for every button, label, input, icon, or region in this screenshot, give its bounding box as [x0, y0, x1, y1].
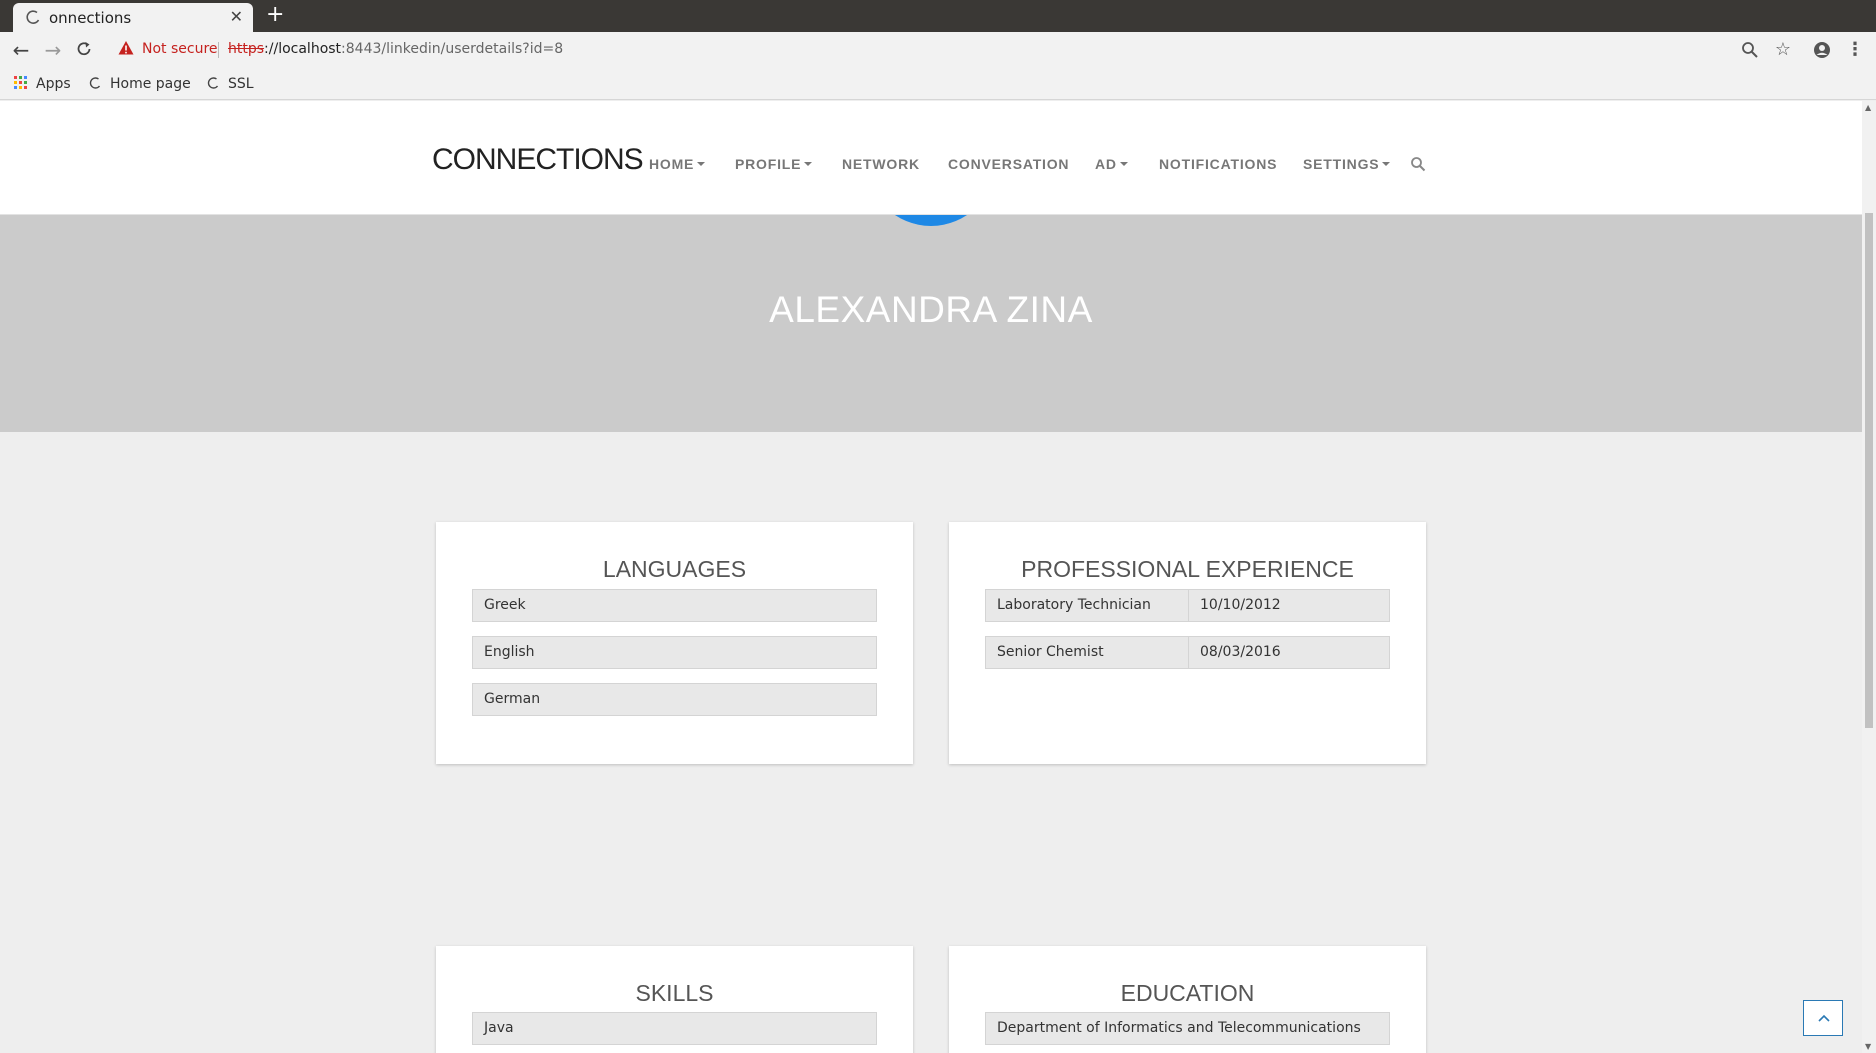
nav-home[interactable]: HOME	[649, 156, 706, 172]
browser-tabstrip: onnections ✕ +	[0, 0, 1876, 32]
page-viewport: ALEXANDRA ZINA CONNECTIONS HOME PROFILE …	[0, 101, 1876, 1053]
loading-icon	[207, 77, 219, 89]
url-scheme: https	[228, 41, 265, 57]
date-cell: 10/10/2012	[1188, 590, 1389, 621]
browser-tab[interactable]: onnections ✕	[13, 3, 253, 32]
nav-ad[interactable]: AD	[1095, 156, 1128, 172]
tab-title: onnections	[49, 9, 132, 27]
url-host: ://localhost	[264, 41, 342, 57]
list-item: Greek	[472, 589, 877, 622]
nav-label: HOME	[649, 156, 695, 172]
close-tab-icon[interactable]: ✕	[230, 9, 243, 25]
nav-network[interactable]: NETWORK	[842, 156, 920, 172]
nav-notifications[interactable]: NOTIFICATIONS	[1159, 156, 1277, 172]
experience-card: PROFESSIONAL EXPERIENCE Laboratory Techn…	[949, 522, 1426, 764]
nav-settings[interactable]: SETTINGS	[1303, 156, 1391, 172]
search-icon[interactable]	[1410, 156, 1426, 172]
caret-down-icon	[697, 162, 706, 166]
bookmark-ssl[interactable]: SSL	[206, 75, 254, 93]
nav-label: SETTINGS	[1303, 156, 1380, 172]
reload-icon[interactable]	[75, 40, 93, 58]
nav-profile[interactable]: PROFILE	[735, 156, 813, 172]
language-value: Greek	[484, 597, 526, 613]
position-cell: Senior Chemist	[997, 644, 1104, 660]
scroll-up-icon[interactable]: ▲	[1865, 103, 1871, 112]
zoom-icon[interactable]	[1740, 40, 1760, 60]
position-cell: Laboratory Technician	[997, 597, 1151, 613]
card-title: PROFESSIONAL EXPERIENCE	[1021, 556, 1354, 582]
new-tab-button[interactable]: +	[266, 3, 284, 27]
chevron-up-icon	[1818, 1014, 1830, 1022]
caret-down-icon	[1119, 162, 1128, 166]
bookmark-label: SSL	[228, 76, 254, 92]
bookmark-home-page[interactable]: Home page	[88, 75, 191, 93]
table-row: Senior Chemist 08/03/2016	[985, 636, 1390, 669]
forward-icon[interactable]: →	[42, 39, 64, 61]
language-value: German	[484, 691, 541, 707]
scrollbar-thumb[interactable]	[1865, 213, 1873, 728]
menu-icon[interactable]: ⋮	[1845, 40, 1865, 60]
skills-card: SKILLS Java	[436, 946, 913, 1053]
list-item: Department of Informatics and Telecommun…	[985, 1012, 1390, 1045]
url-path: :8443/linkedin/userdetails?id=8	[341, 41, 564, 57]
apps-grid-icon	[14, 76, 27, 89]
bookmark-star-icon[interactable]: ☆	[1773, 40, 1793, 60]
nav-label: PROFILE	[735, 156, 802, 172]
language-value: English	[484, 644, 535, 660]
bookmarks-bar: Apps Home page SSL	[0, 68, 1876, 100]
caret-down-icon	[804, 162, 813, 166]
address-bar[interactable]: https://localhost:8443/linkedin/userdeta…	[228, 41, 563, 57]
security-status[interactable]: Not secure	[142, 41, 218, 57]
loading-icon	[26, 10, 40, 24]
site-logo[interactable]: CONNECTIONS	[432, 143, 644, 177]
education-value: Department of Informatics and Telecommun…	[997, 1020, 1361, 1036]
back-icon[interactable]: ←	[10, 39, 32, 61]
education-card: EDUCATION Department of Informatics and …	[949, 946, 1426, 1053]
bookmark-label: Home page	[110, 76, 191, 92]
card-title: EDUCATION	[1120, 980, 1255, 1006]
warning-icon[interactable]	[118, 40, 134, 56]
list-item: English	[472, 636, 877, 669]
back-to-top-button[interactable]	[1803, 1000, 1843, 1036]
profile-name: ALEXANDRA ZINA	[769, 289, 1093, 330]
scroll-down-icon[interactable]: ▼	[1865, 1042, 1871, 1051]
card-title: SKILLS	[635, 980, 714, 1006]
nav-label: AD	[1095, 156, 1117, 172]
divider	[218, 42, 219, 58]
skill-value: Java	[484, 1020, 514, 1036]
account-icon[interactable]	[1812, 40, 1832, 60]
nav-label: CONVERSATION	[948, 156, 1070, 172]
card-title: LANGUAGES	[602, 556, 747, 582]
loading-icon	[89, 77, 101, 89]
page-scrollbar[interactable]: ▲ ▼	[1862, 101, 1876, 1053]
nav-label: NOTIFICATIONS	[1159, 156, 1278, 172]
nav-label: NETWORK	[842, 156, 920, 172]
site-navbar: CONNECTIONS HOME PROFILE NETWORK CONVERS…	[0, 101, 1862, 215]
bookmark-apps[interactable]: Apps	[14, 75, 71, 93]
table-row: Laboratory Technician 10/10/2012	[985, 589, 1390, 622]
date-cell: 08/03/2016	[1188, 637, 1389, 668]
bookmark-label: Apps	[36, 76, 71, 92]
list-item: German	[472, 683, 877, 716]
nav-conversation[interactable]: CONVERSATION	[948, 156, 1069, 172]
browser-toolbar: ← → Not secure https://localhost:8443/li…	[0, 32, 1876, 68]
list-item: Java	[472, 1012, 877, 1045]
languages-card: LANGUAGES Greek English German	[436, 522, 913, 764]
caret-down-icon	[1382, 162, 1391, 166]
